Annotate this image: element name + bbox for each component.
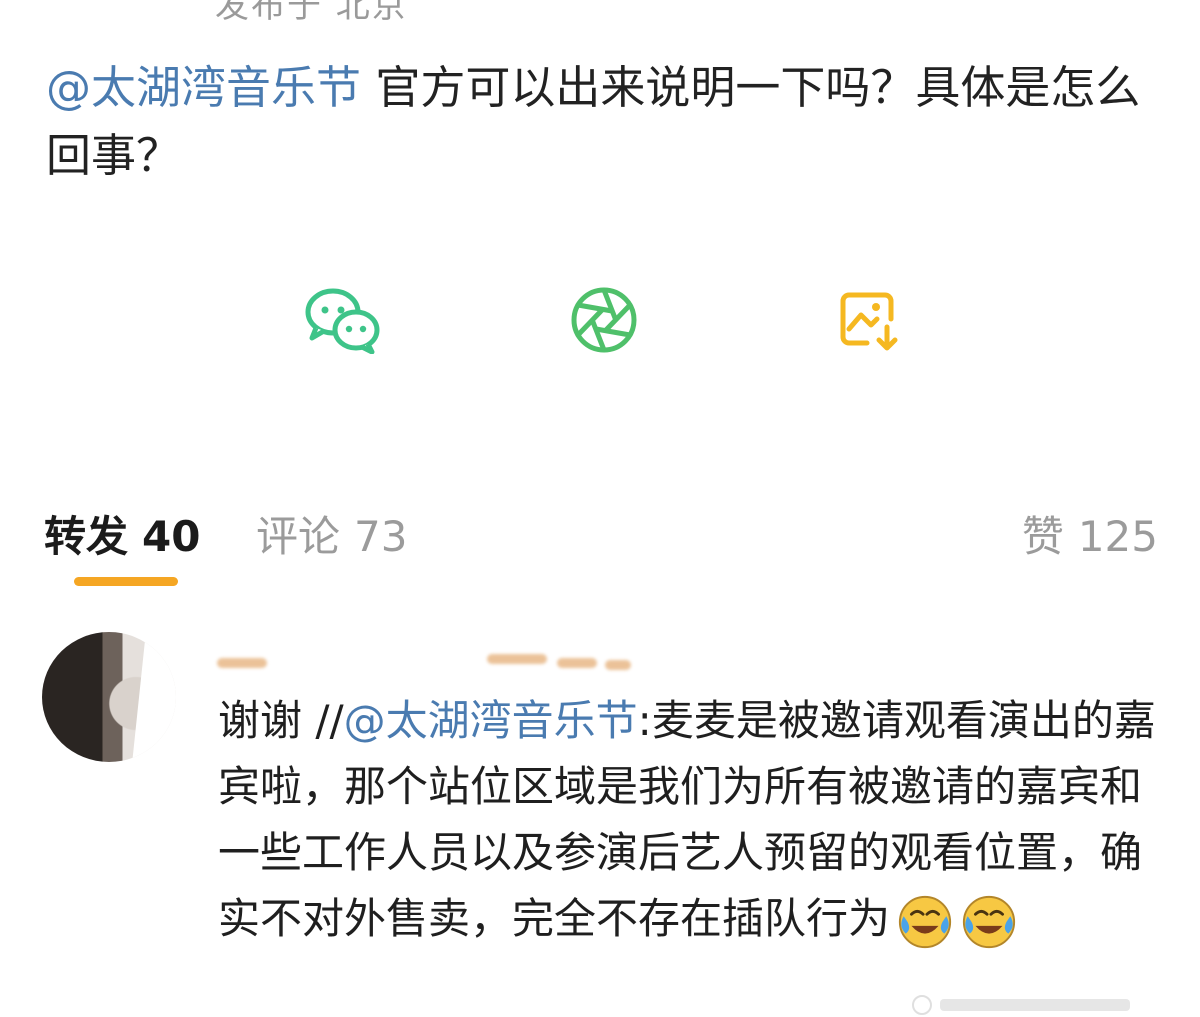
tab-like[interactable]: 赞 125 [1022, 503, 1158, 564]
share-wechat-button[interactable] [300, 280, 384, 360]
laugh-cry-emoji [898, 895, 952, 948]
comment-prefix: 谢谢 // [218, 696, 344, 745]
tab-repost[interactable]: 转发 40 [44, 503, 200, 564]
active-tab-indicator [74, 577, 178, 586]
post-body: @太湖湾音乐节 官方可以出来说明一下吗？具体是怎么回事？ [46, 54, 1146, 190]
interaction-tabs: 转发 40 评论 73 赞 125 [0, 495, 1200, 595]
post-location: 发布于 北京 [215, 0, 408, 26]
commenter-name-blurred[interactable] [217, 638, 637, 678]
repost-comment-text: 谢谢 //@太湖湾音乐节:麦麦是被邀请观看演出的嘉宾啦，那个站位区域是我们为所有… [218, 688, 1168, 952]
wechat-icon [305, 288, 380, 354]
repost-item: 谢谢 //@太湖湾音乐节:麦麦是被邀请观看演出的嘉宾啦，那个站位区域是我们为所有… [0, 620, 1200, 1017]
watermark [912, 995, 1130, 1015]
avatar[interactable] [42, 632, 176, 762]
save-image-button[interactable] [826, 280, 910, 360]
tab-like-label: 赞 [1021, 512, 1064, 561]
tab-like-count: 125 [1077, 512, 1158, 561]
tab-comment[interactable]: 评论 73 [256, 503, 407, 564]
post-mention-link[interactable]: @太湖湾音乐节 [46, 61, 361, 114]
tab-repost-count: 40 [142, 512, 201, 561]
share-moments-button[interactable] [562, 280, 646, 360]
comment-mention-link[interactable]: @太湖湾音乐节 [344, 696, 638, 745]
laugh-cry-emoji [962, 895, 1016, 948]
tab-comment-count: 73 [354, 512, 408, 561]
share-row [0, 280, 1200, 360]
save-image-icon [840, 292, 898, 351]
moments-icon [571, 287, 637, 353]
tab-comment-label: 评论 [256, 512, 341, 561]
tab-repost-label: 转发 [44, 512, 129, 561]
